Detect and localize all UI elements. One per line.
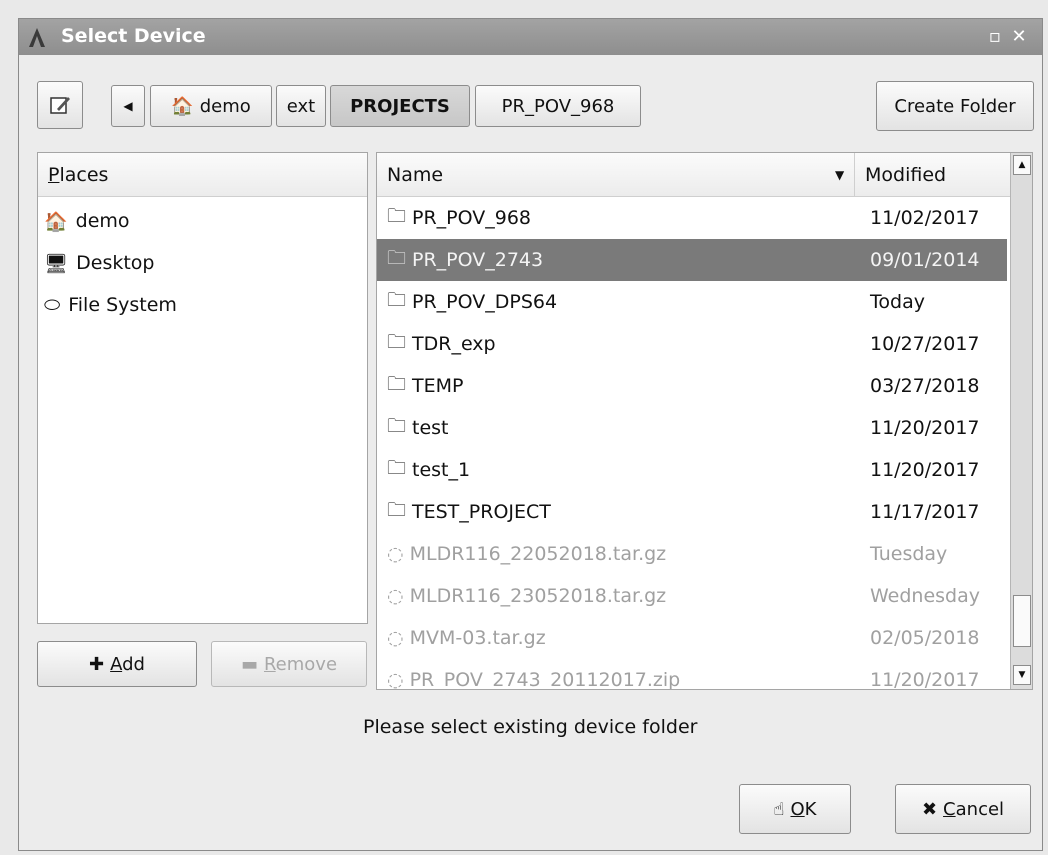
archive-icon: ◌ <box>387 669 404 690</box>
create-folder-button[interactable]: Create Folder <box>876 81 1034 131</box>
path-segment-label: demo <box>199 95 251 117</box>
file-row-disabled: ◌ MLDR116_23052018.tar.gz Wednesday <box>387 585 981 607</box>
archive-icon: ◌ <box>387 627 404 649</box>
home-icon: 🏠 <box>44 210 68 233</box>
add-place-button[interactable]: ✚ Add <box>37 641 197 687</box>
column-header-name[interactable]: Name ▼ <box>377 153 855 197</box>
place-label: demo <box>75 210 130 232</box>
file-row[interactable]: 🗀 test_1 11/20/2017 <box>377 449 1007 491</box>
select-device-dialog: Select Device ▫ ✕ ◀ 🏠 demo ext PROJECTS … <box>18 18 1043 851</box>
home-icon: 🏠 <box>171 95 194 117</box>
scroll-thumb[interactable] <box>1013 595 1031 647</box>
file-row-disabled: ◌ PR_POV_2743_20112017.zip 11/20/2017 <box>387 669 980 690</box>
scroll-down-icon[interactable]: ▼ <box>1013 665 1031 685</box>
plus-icon: ✚ <box>89 653 105 675</box>
ok-button[interactable]: ☝ OK <box>739 784 851 834</box>
file-row[interactable]: 🗀 test 11/20/2017 <box>377 407 1007 449</box>
place-file-system[interactable]: ⬭ File System <box>44 290 177 320</box>
maximize-icon[interactable]: ▫ <box>985 27 1005 47</box>
file-list[interactable]: Name ▼ Modified 🗀 PR_POV_968 11/02/2017 🗀… <box>376 152 1033 690</box>
sort-down-icon: ▼ <box>835 167 845 182</box>
archive-icon: ◌ <box>387 543 404 565</box>
title-bar[interactable]: Select Device ▫ ✕ <box>19 19 1042 55</box>
places-panel: Places 🏠 demo 🖥 Desktop ⬭ File System <box>37 152 368 624</box>
app-logo-icon <box>29 28 45 47</box>
status-message: Please select existing device folder <box>363 716 698 738</box>
file-row[interactable]: 🗀 TEST_PROJECT 11/17/2017 <box>377 491 1007 533</box>
places-header: Places <box>38 153 367 197</box>
cancel-button[interactable]: ✖ Cancel <box>895 784 1031 834</box>
place-label: Desktop <box>76 252 155 274</box>
file-row-selected[interactable]: 🗀 PR_POV_2743 09/01/2014 <box>377 239 1007 281</box>
drive-icon: ⬭ <box>44 294 61 316</box>
desktop-icon: 🖥 <box>44 252 69 275</box>
archive-icon: ◌ <box>387 585 404 607</box>
file-row[interactable]: 🗀 PR_POV_968 11/02/2017 <box>377 197 1007 239</box>
folder-icon: 🗀 <box>387 457 407 479</box>
folder-icon: 🗀 <box>387 499 407 521</box>
folder-icon: 🗀 <box>387 289 407 311</box>
place-demo[interactable]: 🏠 demo <box>44 206 130 236</box>
path-segment-demo[interactable]: 🏠 demo <box>150 85 272 127</box>
file-row-disabled: ◌ MVM-03.tar.gz 02/05/2018 <box>387 627 980 649</box>
close-icon[interactable]: ✕ <box>1009 27 1029 47</box>
pencil-icon <box>50 97 70 114</box>
scroll-up-icon[interactable]: ▲ <box>1013 155 1031 175</box>
path-segment-pr-pov-968[interactable]: PR_POV_968 <box>475 85 641 127</box>
remove-place-button[interactable]: ▬ Remove <box>211 641 367 687</box>
vertical-scrollbar[interactable]: ▲ ▼ <box>1010 153 1032 689</box>
folder-icon: 🗀 <box>387 373 407 395</box>
path-segment-label: PROJECTS <box>350 95 450 117</box>
ok-hand-icon: ☝ <box>773 798 785 820</box>
path-segment-projects[interactable]: PROJECTS <box>330 85 470 127</box>
folder-icon: 🗀 <box>387 415 407 437</box>
folder-icon: 🗀 <box>387 247 407 269</box>
path-segment-label: PR_POV_968 <box>501 95 615 117</box>
path-back-button[interactable]: ◀ <box>111 85 145 127</box>
file-row-disabled: ◌ MLDR116_22052018.tar.gz Tuesday <box>387 543 948 565</box>
file-row[interactable]: 🗀 PR_POV_DPS64 Today <box>377 281 1007 323</box>
file-row[interactable]: 🗀 TEMP 03/27/2018 <box>377 365 1007 407</box>
folder-icon: 🗀 <box>387 331 407 353</box>
place-label: File System <box>68 294 177 316</box>
minus-icon: ▬ <box>240 653 258 675</box>
file-row[interactable]: 🗀 TDR_exp 10/27/2017 <box>377 323 1007 365</box>
create-folder-label: Create Folder <box>894 95 1016 117</box>
path-segment-label: ext <box>286 95 316 117</box>
edit-location-button[interactable] <box>37 81 83 129</box>
x-icon: ✖ <box>921 798 938 820</box>
folder-icon: 🗀 <box>387 205 407 227</box>
left-arrow-icon: ◀ <box>123 99 133 113</box>
column-header-modified[interactable]: Modified <box>855 153 1010 197</box>
path-segment-ext[interactable]: ext <box>276 85 326 127</box>
window-title: Select Device <box>61 25 206 47</box>
place-desktop[interactable]: 🖥 Desktop <box>44 248 154 278</box>
